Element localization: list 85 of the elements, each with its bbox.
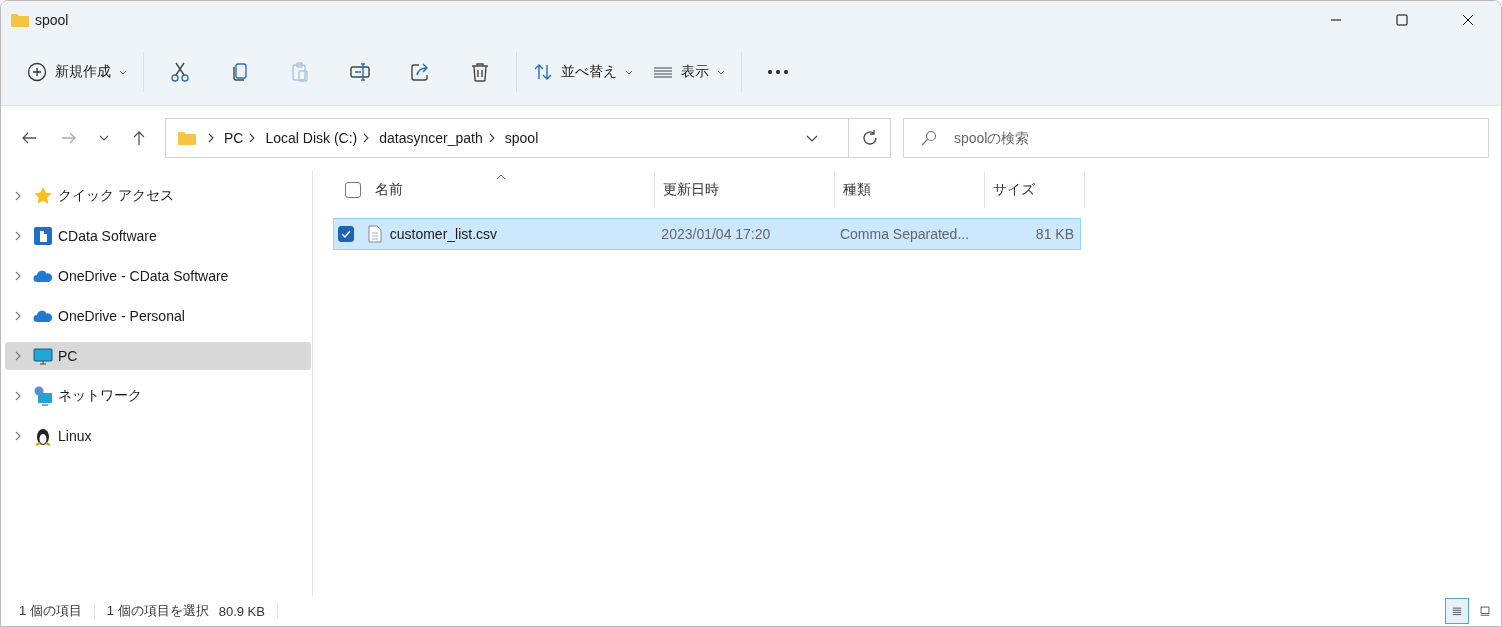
network-icon <box>33 386 53 406</box>
check-icon <box>340 228 352 240</box>
chevron-icon <box>488 133 495 143</box>
dropdown-icon[interactable] <box>806 134 818 142</box>
sidebar-item[interactable]: OneDrive - CData Software <box>5 262 311 290</box>
sidebar-label: OneDrive - CData Software <box>58 268 229 284</box>
caret-icon <box>717 69 725 75</box>
sidebar-item[interactable]: クイック アクセス <box>5 182 311 210</box>
expand-icon[interactable] <box>15 391 21 401</box>
expand-icon[interactable] <box>15 431 21 441</box>
breadcrumb-item[interactable]: datasyncer_path <box>379 130 483 146</box>
expand-icon[interactable] <box>15 311 21 321</box>
caret-icon <box>119 69 127 75</box>
sidebar-label: OneDrive - Personal <box>58 308 185 324</box>
modified-date: 2023/01/04 17:20 <box>661 226 771 242</box>
expand-icon[interactable] <box>15 351 21 361</box>
chevron-icon <box>249 133 256 143</box>
sidebar-label: Linux <box>58 428 92 444</box>
paste-icon <box>289 61 311 83</box>
selection-count: 1 個の項目を選択 <box>106 602 209 620</box>
file-type: Comma Separated... <box>839 226 970 242</box>
more-icon <box>767 69 789 75</box>
sort-icon <box>533 62 553 82</box>
close-icon <box>1462 14 1474 26</box>
rename-icon <box>349 61 371 83</box>
penguin-icon <box>33 426 53 446</box>
sidebar-item[interactable]: ネットワーク <box>5 382 311 410</box>
selection-size: 80.9 KB <box>218 603 265 619</box>
file-name: customer_list.csv <box>389 226 498 242</box>
chevron-down-icon <box>99 135 109 141</box>
details-icon <box>1452 604 1462 618</box>
chevron-icon <box>363 133 370 143</box>
sidebar-label: ネットワーク <box>58 387 142 405</box>
monitor-icon <box>33 346 53 366</box>
chevron-icon <box>208 133 214 143</box>
address-bar[interactable]: PC Local Disk (C:) datasyncer_path spool <box>165 118 849 158</box>
sort-button[interactable]: 並べ替え <box>523 52 643 92</box>
details-view-button[interactable] <box>1445 598 1469 624</box>
building-icon <box>33 226 53 246</box>
column-header[interactable]: 種類 <box>835 172 985 208</box>
new-button[interactable]: 新規作成 <box>17 52 137 92</box>
file-size: 81 KB <box>1035 226 1074 242</box>
search-field[interactable]: spoolの検索 <box>903 118 1489 158</box>
column-header[interactable]: 更新日時 <box>655 172 835 208</box>
column-header[interactable]: サイズ <box>985 172 1085 208</box>
row-checkbox[interactable] <box>338 226 354 242</box>
expand-icon[interactable] <box>15 231 21 241</box>
sidebar-label: PC <box>58 348 78 364</box>
sidebar-item[interactable]: Linux <box>5 422 311 450</box>
sidebar-item[interactable]: CData Software <box>5 222 311 250</box>
forward-arrow-icon <box>61 130 77 146</box>
file-row[interactable]: customer_list.csv 2023/01/04 17:20 Comma Separated... 81 KB <box>333 218 1081 250</box>
maximize-icon <box>1396 14 1408 26</box>
up-arrow-icon <box>131 129 147 147</box>
folder-icon <box>11 13 29 27</box>
delete-icon <box>469 61 491 83</box>
sidebar-item[interactable]: PC <box>5 342 311 370</box>
star-icon <box>33 186 53 206</box>
expand-icon[interactable] <box>15 271 21 281</box>
caret-icon <box>625 69 633 75</box>
folder-icon <box>178 131 196 145</box>
sidebar-label: クイック アクセス <box>58 187 174 205</box>
preview-icon <box>1480 604 1490 618</box>
share-icon <box>409 61 431 83</box>
breadcrumb-item[interactable]: spool <box>504 130 539 146</box>
search-icon <box>921 130 937 146</box>
cut-icon <box>169 61 191 83</box>
view-button[interactable]: 表示 <box>643 52 735 92</box>
minimize-icon <box>1330 19 1342 21</box>
select-all-checkbox[interactable] <box>345 182 361 198</box>
refresh-button[interactable] <box>849 118 891 158</box>
refresh-icon <box>860 129 879 147</box>
sidebar-label: CData Software <box>58 228 157 244</box>
document-icon <box>367 225 382 243</box>
expand-icon[interactable] <box>15 191 21 201</box>
breadcrumb-item[interactable]: PC <box>224 130 244 146</box>
plus-icon <box>27 62 47 82</box>
item-count: 1 個の項目 <box>19 602 82 620</box>
lines-icon <box>653 66 673 78</box>
breadcrumb-item[interactable]: Local Disk (C:) <box>265 130 358 146</box>
back-arrow-icon <box>21 130 37 146</box>
window-title: spool <box>35 12 69 28</box>
sort-ascending-icon <box>496 174 507 180</box>
column-header[interactable]: 名前 <box>367 172 655 208</box>
sidebar-item[interactable]: OneDrive - Personal <box>5 302 311 330</box>
